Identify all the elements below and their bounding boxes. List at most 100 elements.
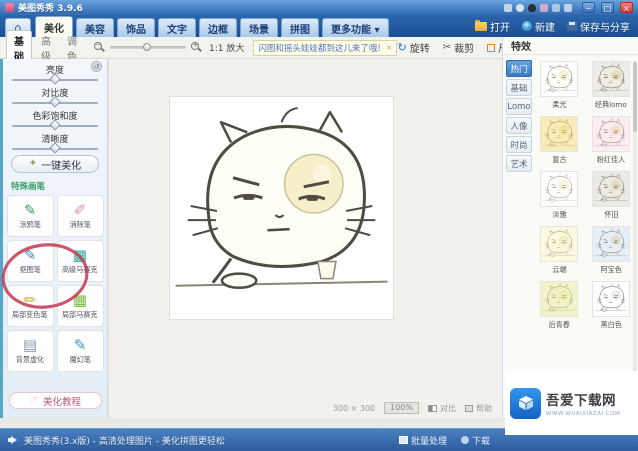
tray-icon[interactable] — [504, 3, 512, 12]
brush-label: 魔幻笔 — [69, 355, 91, 365]
window-title: 美图秀秀 3.9.6 — [18, 4, 83, 14]
crop-label: 裁剪 — [454, 44, 475, 55]
zoom-ratio-label[interactable]: 1:1 放大 — [209, 41, 244, 54]
category-hot[interactable]: 热门 — [506, 60, 532, 77]
qq-penguin-icon[interactable] — [528, 3, 536, 12]
slider-track[interactable] — [12, 142, 98, 154]
effect-label: 粉红佳人 — [596, 155, 626, 164]
eraser-pen-icon: ✐ — [73, 200, 87, 219]
local-mosaic-button[interactable]: ▦ 局部马赛克 — [56, 285, 104, 327]
magic-pen-button[interactable]: ✎ 魔幻笔 — [56, 330, 104, 372]
download-button[interactable]: 下载 — [460, 434, 490, 447]
toolbar: 基础 高级 调色 − + 1:1 放大 闪图和摇头娃娃都到这儿来了哦! × ↻ … — [0, 29, 518, 66]
effect-abao-color[interactable]: 阿宝色 — [588, 226, 634, 275]
open-label: 打开 — [490, 22, 510, 34]
sharpness-slider: 清晰度 — [12, 132, 98, 154]
eliminate-pen-button[interactable]: ✐ 消除笔 — [56, 195, 104, 237]
one-click-beautify-button[interactable]: ✦ 一键美化 — [11, 155, 99, 173]
tip-close-icon[interactable]: × — [386, 43, 393, 52]
category-lomo[interactable]: Lomo — [506, 98, 532, 115]
edited-image[interactable] — [170, 97, 393, 319]
scrollbar-thumb[interactable] — [633, 62, 637, 132]
image-dimensions: 300 × 300 — [332, 403, 376, 413]
tab-text[interactable]: 文字 — [158, 18, 196, 37]
compare-label: 对比 — [440, 403, 456, 413]
effect-nostalgia[interactable]: 怀旧 — [588, 171, 634, 220]
effect-retro[interactable]: 复古 — [536, 116, 582, 165]
app-window: 美图秀秀 3.9.6 ─ □ × ⌂ 美化 美容 饰品 文字 边框 场景 拼图 … — [0, 0, 638, 451]
folder-icon — [475, 19, 487, 31]
brush-label: 背景虚化 — [15, 355, 45, 365]
slider-track[interactable] — [12, 73, 98, 85]
tray-icon[interactable] — [540, 3, 548, 12]
photo-icon: ▤ — [22, 335, 38, 354]
maximize-button[interactable]: □ — [601, 2, 614, 13]
help-button[interactable]: 帮助 — [465, 403, 492, 414]
adjust-sidebar: ↺ 亮度 对比度 色彩饱和度 清晰度 ✦ 一键美化 特殊画笔 ✎ 涂鸦笔 ✐ 消… — [1, 59, 108, 418]
zoom-out-icon[interactable]: − — [94, 41, 105, 53]
watermark-site-name: 吾爱下载网 — [546, 393, 616, 409]
close-button[interactable]: × — [620, 2, 633, 13]
tray-icon[interactable] — [516, 3, 524, 12]
new-button[interactable]: 新建 — [522, 19, 555, 34]
speaker-icon[interactable] — [8, 436, 18, 444]
effect-cloud[interactable]: 云端 — [536, 226, 582, 275]
rotate-button[interactable]: ↻ 旋转 — [397, 40, 429, 55]
tab-more-features[interactable]: 更多功能 ▾ — [322, 18, 389, 37]
one-click-label: 一键美化 — [41, 160, 82, 172]
effects-grid: 柔光 经典lomo 复古 粉红佳人 淡雅 怀旧 云端 阿宝色 后青春 黑白色 — [536, 61, 634, 330]
doodle-pen-icon: ✎ — [23, 200, 37, 219]
tab-collage[interactable]: 拼图 — [281, 18, 319, 37]
tray-icon[interactable] — [552, 3, 560, 12]
new-icon — [522, 21, 532, 31]
category-art[interactable]: 艺术 — [506, 155, 532, 172]
zoom-in-icon[interactable]: + — [191, 41, 202, 53]
magic-pen-icon: ✎ — [73, 335, 87, 354]
category-fashion[interactable]: 时尚 — [506, 136, 532, 153]
compare-button[interactable]: 对比 — [428, 403, 456, 414]
brush-section-title: 特殊画笔 — [11, 182, 46, 192]
effect-elegant[interactable]: 淡雅 — [536, 171, 582, 220]
effects-scrollbar[interactable] — [633, 60, 637, 408]
tray-icon[interactable] — [564, 3, 572, 12]
beautify-tutorial-button[interactable]: ☞ 美化教程 — [9, 392, 102, 409]
advanced-mosaic-button[interactable]: ▩ 高级马赛克 — [56, 240, 104, 282]
slider-track[interactable] — [12, 119, 98, 131]
effect-thumbnail — [540, 171, 578, 207]
tab-scenes[interactable]: 场景 — [240, 18, 278, 37]
effect-soft-light[interactable]: 柔光 — [536, 61, 582, 110]
save-share-button[interactable]: 保存与分享 — [567, 19, 630, 34]
category-basic[interactable]: 基础 — [506, 79, 532, 96]
category-portrait[interactable]: 人像 — [506, 117, 532, 134]
effect-classic-lomo[interactable]: 经典lomo — [588, 61, 634, 110]
effect-pink-lady[interactable]: 粉红佳人 — [588, 116, 634, 165]
watermark-logo-icon — [510, 387, 541, 419]
local-color-pen-button[interactable]: ✏ 局部变色笔 — [6, 285, 54, 327]
crop-button[interactable]: ✂ 裁剪 — [443, 40, 474, 55]
effect-post-youth[interactable]: 后青春 — [536, 281, 582, 330]
open-button[interactable]: 打开 — [475, 19, 510, 34]
compare-icon — [428, 404, 437, 412]
zoom-slider[interactable] — [110, 43, 186, 51]
effects-categories: 热门 基础 Lomo 人像 时尚 艺术 — [506, 60, 532, 172]
minimize-button[interactable]: ─ — [582, 2, 595, 13]
site-watermark: 吾爱下载网 WWW.WUAIXIAZAI.COM — [505, 371, 638, 435]
effect-thumbnail — [592, 171, 630, 207]
window-controls: ─ □ × — [582, 2, 633, 13]
tab-frames[interactable]: 边框 — [199, 18, 237, 37]
cutout-pen-button[interactable]: ✎ 抠图笔 — [6, 240, 54, 282]
effect-black-white[interactable]: 黑白色 — [588, 281, 634, 330]
batch-process-button[interactable]: 批量处理 — [398, 434, 447, 447]
doodle-pen-button[interactable]: ✎ 涂鸦笔 — [6, 195, 54, 237]
slider-track[interactable] — [12, 96, 98, 108]
zoom-slider-thumb[interactable] — [143, 43, 152, 51]
zoom-percent[interactable]: 100% — [384, 402, 419, 414]
brush-label: 局部马赛克 — [62, 310, 98, 320]
brush-label: 涂鸦笔 — [19, 220, 41, 230]
background-blur-button[interactable]: ▤ 背景虚化 — [6, 330, 54, 372]
reset-icon[interactable]: ↺ — [91, 61, 102, 72]
effect-thumbnail — [540, 116, 578, 152]
tab-decorations[interactable]: 饰品 — [117, 18, 155, 37]
tip-bubble: 闪图和摇头娃娃都到这儿来了哦! × — [253, 39, 398, 56]
promo-text: 美图秀秀(3.x版) - 高清处理图片 - 美化拼图更轻松 — [24, 436, 225, 447]
